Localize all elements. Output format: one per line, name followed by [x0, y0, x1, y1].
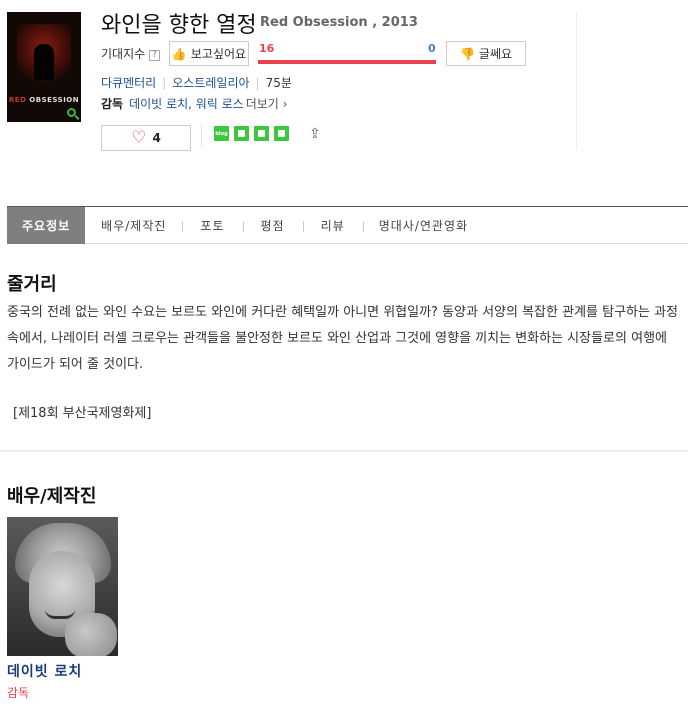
heart-icon: ♡ [131, 127, 147, 148]
like-button[interactable]: ♡ 4 [101, 125, 191, 151]
director-label: 감독 [101, 97, 124, 111]
help-icon[interactable]: ? [149, 50, 160, 61]
share-icons: blog [214, 126, 289, 141]
zoom-icon[interactable] [67, 108, 76, 117]
more-link[interactable]: 더보기 › [246, 97, 288, 111]
movie-poster[interactable]: RED OBSESSION [7, 12, 81, 122]
original-title: Red Obsession , 2013 [260, 15, 418, 30]
person-photo[interactable] [7, 517, 118, 656]
memo-icon[interactable] [274, 126, 289, 141]
genre-link[interactable]: 다큐멘터리 [101, 76, 156, 90]
divider [201, 124, 202, 146]
festival-note: [제18회 부산국제영화제] [13, 406, 152, 421]
tab-rating[interactable]: 평점 [242, 207, 303, 244]
want-count: 16 [259, 42, 275, 55]
person-name[interactable]: 데이빗 로치 [7, 661, 82, 681]
person-role: 감독 [7, 686, 30, 700]
runtime: 75분 [265, 76, 292, 90]
synopsis-text: 중국의 전례 없는 와인 수요는 보르도 와인에 커다란 혜택일까 아니면 위협… [7, 305, 679, 372]
tab-photo[interactable]: 포토 [182, 207, 242, 244]
tab-cast-crew[interactable]: 배우/제작진 [85, 207, 182, 244]
bookmark-icon[interactable] [254, 126, 269, 141]
expectation-bar [258, 60, 436, 64]
blog-icon[interactable]: blog [214, 126, 229, 141]
like-count: 4 [152, 131, 161, 145]
movie-title: 와인을 향한 열정 [101, 13, 257, 38]
share-icon[interactable]: ⇪ [309, 126, 321, 142]
expectation-label: 기대지수 ? [101, 45, 160, 62]
movie-meta: 다큐멘터리 | 오스트레일리아 | 75분 [101, 76, 292, 90]
tab-bar: 주요정보 배우/제작진 포토 평점 리뷰 명대사/연관영화 [7, 206, 688, 244]
want-to-see-button[interactable]: 👍 보고싶어요 [169, 41, 249, 66]
thumbs-down-icon: 👎 [459, 46, 475, 61]
synopsis-heading: 줄거리 [7, 274, 57, 295]
director-links[interactable]: 데이빗 로치, 워릭 로스 [129, 97, 244, 111]
divider [576, 12, 577, 150]
tab-review[interactable]: 리뷰 [302, 207, 363, 244]
tab-quotes-related[interactable]: 명대사/연관영화 [362, 207, 484, 244]
cafe-icon[interactable] [234, 126, 249, 141]
poster-title: RED OBSESSION [8, 96, 80, 104]
tab-main-info[interactable]: 주요정보 [7, 207, 86, 244]
director-row: 감독 데이빗 로치, 워릭 로스 더보기 › [101, 95, 287, 112]
poster-figure [34, 44, 54, 80]
thumbs-up-icon: 👍 [171, 46, 187, 61]
section-divider [0, 450, 688, 452]
cast-heading: 배우/제작진 [7, 486, 97, 507]
not-sure-button[interactable]: 👎 글쎄요 [446, 41, 526, 66]
dont-count: 0 [428, 42, 436, 55]
country-link[interactable]: 오스트레일리아 [172, 76, 249, 90]
